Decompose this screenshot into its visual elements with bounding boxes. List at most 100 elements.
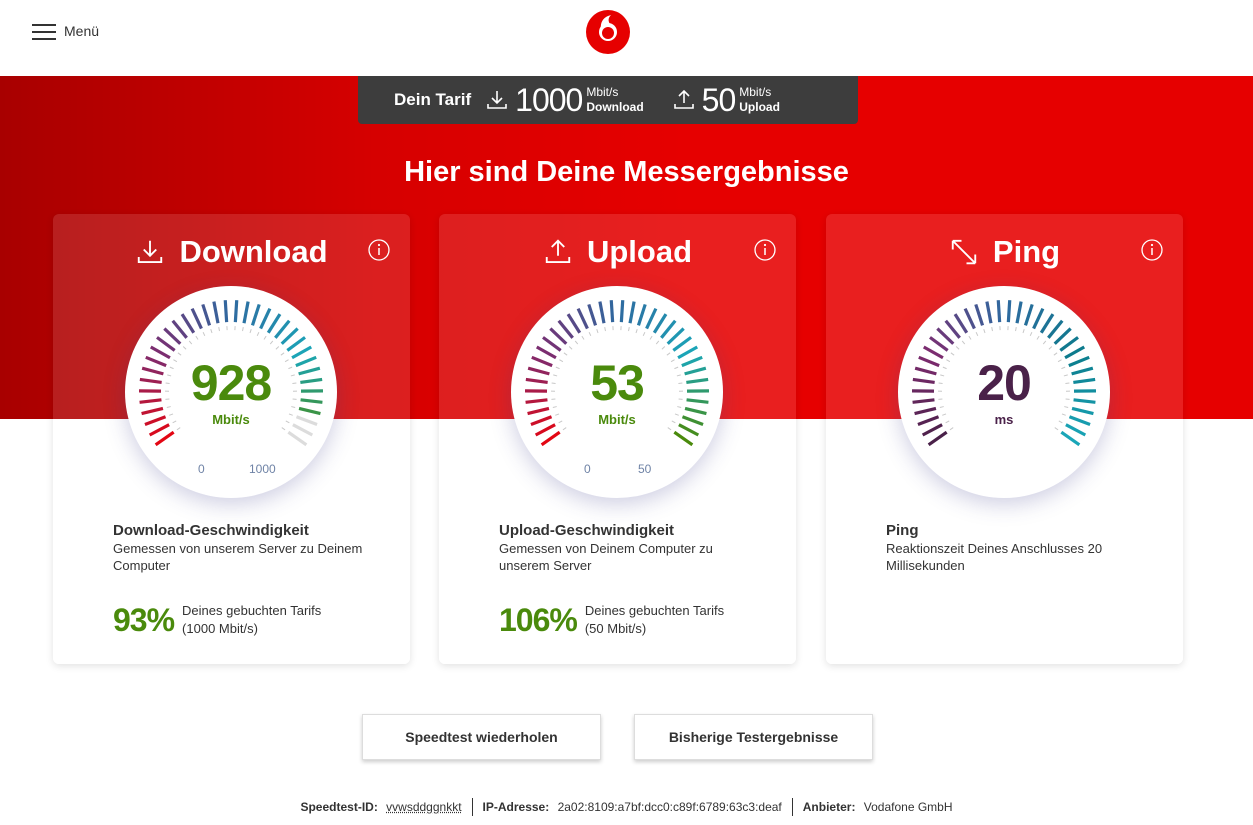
speedtest-id-value[interactable]: vvwsddggnkkt xyxy=(386,800,461,814)
percent-tarif: (50 Mbit/s) xyxy=(584,621,647,636)
gauge-tick xyxy=(645,307,658,330)
download-gauge: 928 Mbit/s 0 1000 xyxy=(125,286,337,498)
gauge-minor-tick xyxy=(563,352,568,356)
ip-label: IP-Adresse: xyxy=(482,800,550,814)
gauge-minor-tick xyxy=(642,331,646,337)
gauge-tick xyxy=(250,303,261,326)
gauge-tick xyxy=(1032,307,1045,330)
top-bar: Menü xyxy=(0,0,1253,76)
gauge-minor-tick xyxy=(955,346,960,350)
gauge-tick xyxy=(274,319,291,339)
gauge-tick xyxy=(628,301,636,324)
info-icon[interactable] xyxy=(368,239,390,261)
info-icon[interactable] xyxy=(754,239,776,261)
tarif-upload-unit: Mbit/s xyxy=(739,85,772,99)
gauge-minor-tick xyxy=(983,329,986,334)
gauge-tick xyxy=(619,300,625,323)
gauge-minor-tick xyxy=(280,352,285,356)
download-icon xyxy=(138,240,163,263)
gauge-minor-tick xyxy=(604,327,606,332)
ping-card: Ping 20 ms Ping Reaktionszeit Deines Ans… xyxy=(826,214,1183,664)
desc-title: Ping xyxy=(886,522,919,539)
gauge-minor-tick xyxy=(1022,329,1025,334)
gauge-tick xyxy=(1053,327,1072,345)
gauge-tick xyxy=(677,345,699,360)
gauge-minor-tick xyxy=(1042,340,1047,345)
gauge-tick xyxy=(636,303,647,326)
tarif-label: Dein Tarif xyxy=(394,90,472,109)
gauge-tick xyxy=(535,345,557,360)
gauge-minor-tick xyxy=(1036,335,1040,340)
gauge-minor-tick xyxy=(210,329,213,334)
vodafone-logo[interactable] xyxy=(586,10,630,54)
gauge-minor-tick xyxy=(182,346,187,350)
gauge-minor-tick xyxy=(661,346,666,350)
gauge-minor-tick xyxy=(628,327,630,332)
gauge-minor-tick xyxy=(635,329,638,334)
download-unit: Mbit/s xyxy=(212,412,250,427)
gauge-tick xyxy=(223,300,229,323)
gauge-tick xyxy=(542,336,562,352)
gauge-minor-tick xyxy=(666,352,671,356)
gauge-tick xyxy=(587,303,598,326)
desc-text: Reaktionszeit Deines Anschlusses 20 Mill… xyxy=(886,541,1103,573)
gauge-tick xyxy=(540,430,561,447)
percent-value: 93% xyxy=(113,602,175,638)
gauge-tick xyxy=(163,327,182,345)
gauge-minor-tick xyxy=(188,340,193,345)
ip-value: 2a02:8109:a7bf:dcc0:c89f:6789:63c3:deaf xyxy=(557,800,782,814)
gauge-tick xyxy=(286,336,306,352)
tarif-upload-value: 50 xyxy=(701,81,737,118)
tarif-download-value: 1000 xyxy=(515,81,583,118)
gauge-minor-tick xyxy=(1053,352,1058,356)
gauge-tick xyxy=(963,307,976,330)
gauge-minor-tick xyxy=(1029,331,1033,337)
gauge-tick xyxy=(652,313,668,334)
gauge-tick xyxy=(201,303,212,326)
gauge-minor-tick xyxy=(649,335,653,340)
gauge-minor-tick xyxy=(269,340,274,345)
download-icon xyxy=(487,91,507,109)
desc-text: Gemessen von Deinem Computer zu unserem … xyxy=(499,541,713,573)
upload-description: Upload-Geschwindigkeit Gemessen von Dein… xyxy=(499,522,759,574)
gauge-minor-tick xyxy=(275,346,280,350)
ping-description: Ping Reaktionszeit Deines Anschlusses 20… xyxy=(886,522,1146,574)
gauge-tick xyxy=(936,327,955,345)
gauge-minor-tick xyxy=(1054,427,1059,431)
gauge-minor-tick xyxy=(202,331,206,337)
tarif-bar: Dein Tarif 1000 Mbit/s Download 50 Mbit/… xyxy=(358,76,858,124)
gauge-tick xyxy=(1059,336,1079,352)
gauge-minor-tick xyxy=(177,352,182,356)
menu-label: Menü xyxy=(64,23,100,39)
upload-card: Upload 53 Mbit/s 0 50 Upload-Geschwindig… xyxy=(439,214,796,664)
gauge-minor-tick xyxy=(263,335,267,340)
menu-button[interactable]: Menü xyxy=(32,22,99,40)
gauge-tick xyxy=(672,336,692,352)
gauge-tick xyxy=(673,430,694,447)
gauge-minor-tick xyxy=(655,340,660,345)
speedtest-id-label: Speedtest-ID: xyxy=(300,800,378,814)
gauge-minor-tick xyxy=(991,327,993,332)
history-button[interactable]: Bisherige Testergebnisse xyxy=(634,714,873,760)
gauge-tick xyxy=(259,307,272,330)
gauge-tick xyxy=(242,301,250,324)
gauge-tick xyxy=(566,313,582,334)
gauge-tick xyxy=(609,300,615,323)
tarif-download-unit: Mbit/s xyxy=(586,85,619,99)
gauge-minor-tick xyxy=(256,331,260,337)
gauge-tick xyxy=(557,319,574,339)
scale-min: 0 xyxy=(584,462,591,476)
gauge-minor-tick xyxy=(961,340,966,345)
info-icon[interactable] xyxy=(1141,239,1163,261)
gauge-minor-tick xyxy=(975,331,979,337)
gauge-minor-tick xyxy=(667,427,672,431)
gauge-tick xyxy=(1015,301,1023,324)
hamburger-icon xyxy=(32,22,56,40)
repeat-speedtest-button[interactable]: Speedtest wiederholen xyxy=(362,714,601,760)
scale-max: 1000 xyxy=(249,462,276,476)
upload-icon xyxy=(545,239,571,263)
ping-value: 20 xyxy=(977,355,1032,411)
desc-title: Upload-Geschwindigkeit xyxy=(499,522,675,539)
desc-text: Gemessen von unserem Server zu Deinem Co… xyxy=(113,541,363,573)
percent-value: 106% xyxy=(499,602,578,638)
